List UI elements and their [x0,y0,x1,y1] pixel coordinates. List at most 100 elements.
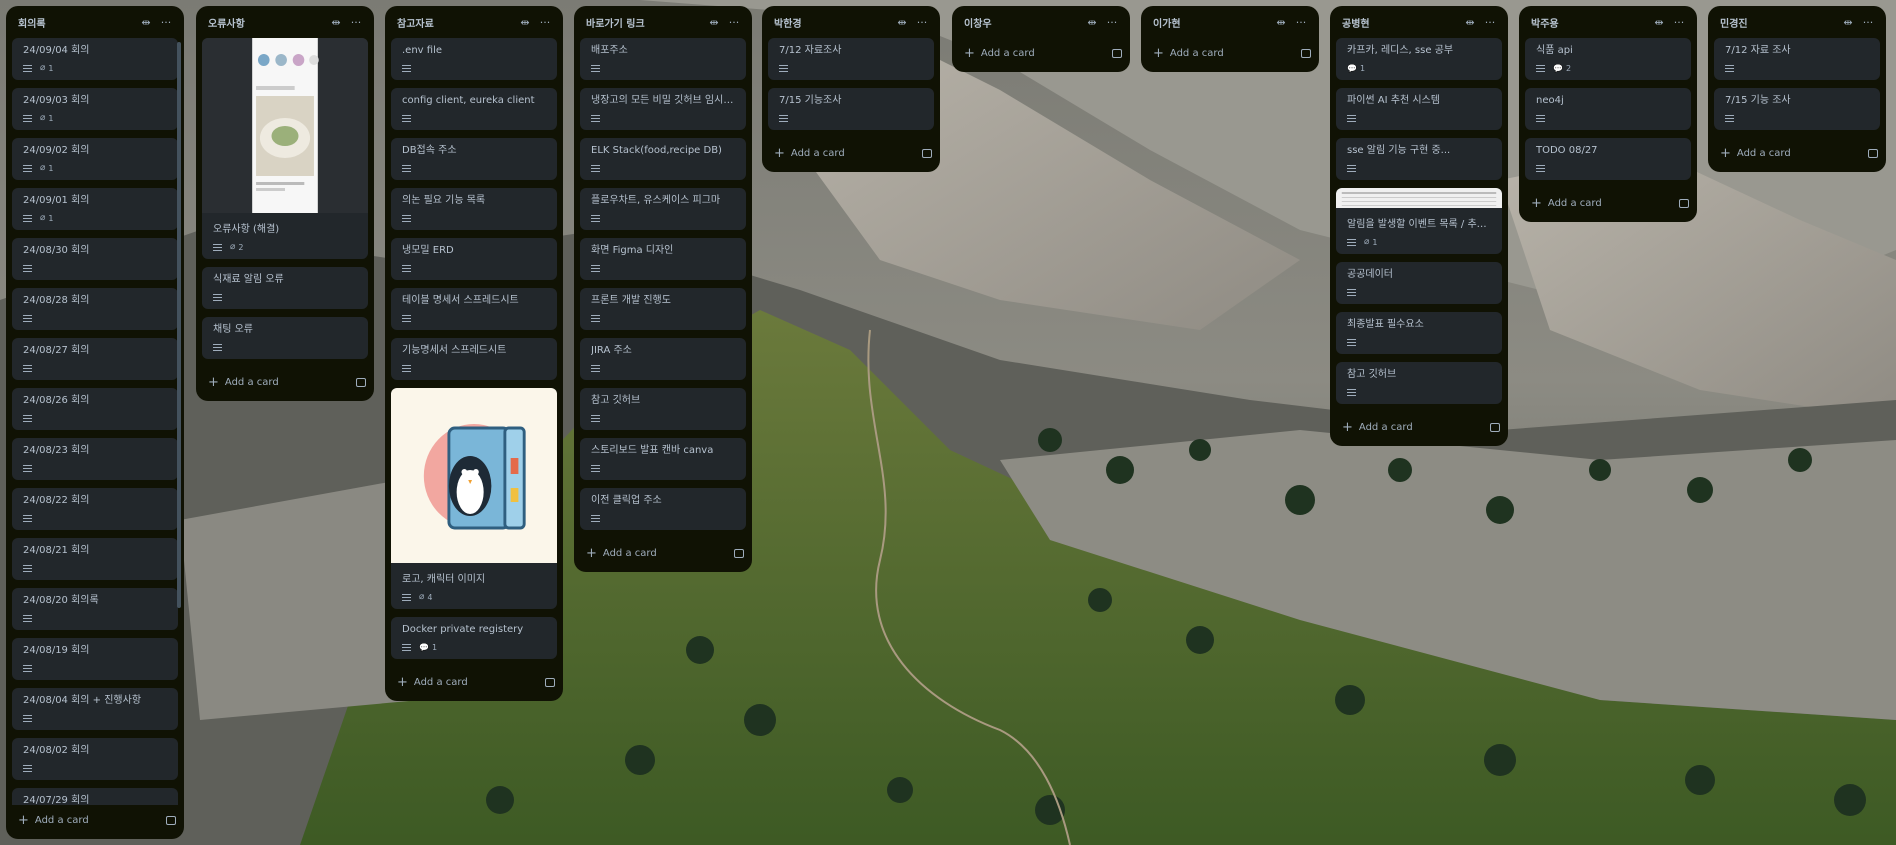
card[interactable]: 냉장고의 모든 비밀 깃허브 임시제목 [580,88,746,130]
card[interactable]: 참고 깃허브 [1336,362,1502,404]
card[interactable]: 스토리보드 발표 캔바 canva [580,438,746,480]
list-title[interactable]: 민경진 [1720,15,1838,30]
list-title[interactable]: 참고자료 [397,15,515,30]
card[interactable]: 24/08/19 회의 [12,638,178,680]
card[interactable]: 24/08/26 회의 [12,388,178,430]
card[interactable]: 의논 필요 기능 목록 [391,188,557,230]
list-menu-icon[interactable]: ··· [1669,12,1689,32]
collapse-list-icon[interactable]: ⇹ [704,12,724,32]
card[interactable]: TODO 08/27 [1525,138,1691,180]
card[interactable]: 24/08/04 회의 + 진행사항 [12,688,178,730]
card[interactable]: 24/08/23 회의 [12,438,178,480]
card[interactable]: 24/09/01 회의 ⌀ 1 [12,188,178,230]
create-from-template-icon[interactable] [734,548,744,558]
list-menu-icon[interactable]: ··· [912,12,932,32]
list-menu-icon[interactable]: ··· [1858,12,1878,32]
create-from-template-icon[interactable] [922,148,932,158]
list-title[interactable]: 박주용 [1531,15,1649,30]
card[interactable]: 24/08/30 회의 [12,238,178,280]
card[interactable]: 플로우차트, 유스케이스 피그마 [580,188,746,230]
card[interactable]: 채팅 오류 [202,317,368,359]
card[interactable]: 오류사항 (해결) ⌀ 2 [202,38,368,259]
add-card-button[interactable]: + Add a card [1330,412,1508,442]
add-card-button[interactable]: + Add a card [6,805,184,835]
card[interactable]: 7/12 자료조사 [768,38,934,80]
card[interactable]: 참고 깃허브 [580,388,746,430]
list-menu-icon[interactable]: ··· [346,12,366,32]
card[interactable]: .env file [391,38,557,80]
create-from-template-icon[interactable] [356,377,366,387]
card[interactable]: 냉모밀 ERD [391,238,557,280]
list-menu-icon[interactable]: ··· [1480,12,1500,32]
add-card-button[interactable]: + Add a card [952,38,1130,68]
add-card-button[interactable]: + Add a card [385,667,563,697]
card[interactable]: 24/08/22 회의 [12,488,178,530]
card[interactable]: 화면 Figma 디자인 [580,238,746,280]
list-menu-icon[interactable]: ··· [1291,12,1311,32]
card[interactable]: 24/07/29 회의 [12,788,178,805]
create-from-template-icon[interactable] [1490,422,1500,432]
list-menu-icon[interactable]: ··· [156,12,176,32]
card[interactable]: 카프카, 레디스, sse 공부 💬 1 [1336,38,1502,80]
card[interactable]: ELK Stack(food,recipe DB) [580,138,746,180]
collapse-list-icon[interactable]: ⇹ [515,12,535,32]
card[interactable]: 프론트 개발 진행도 [580,288,746,330]
create-from-template-icon[interactable] [1112,48,1122,58]
card[interactable]: 식품 api 💬 2 [1525,38,1691,80]
create-from-template-icon[interactable] [1679,198,1689,208]
add-card-button[interactable]: + Add a card [1141,38,1319,68]
list-menu-icon[interactable]: ··· [724,12,744,32]
list-menu-icon[interactable]: ··· [1102,12,1122,32]
card[interactable]: 공공데이터 [1336,262,1502,304]
list-menu-icon[interactable]: ··· [535,12,555,32]
add-card-button[interactable]: + Add a card [196,367,374,397]
collapse-list-icon[interactable]: ⇹ [892,12,912,32]
card[interactable]: 최종발표 필수요소 [1336,312,1502,354]
card[interactable]: 24/08/27 회의 [12,338,178,380]
card[interactable]: 24/08/02 회의 [12,738,178,780]
list-title[interactable]: 회의록 [18,15,136,30]
add-card-button[interactable]: + Add a card [574,538,752,568]
card[interactable]: 24/08/21 회의 [12,538,178,580]
collapse-list-icon[interactable]: ⇹ [1838,12,1858,32]
list-title[interactable]: 박한경 [774,15,892,30]
card[interactable]: 7/15 기능조사 [768,88,934,130]
collapse-list-icon[interactable]: ⇹ [136,12,156,32]
card[interactable]: 알림을 발생할 이벤트 목록 / 추가 중... ⌀ 1 [1336,188,1502,254]
card[interactable]: 24/08/28 회의 [12,288,178,330]
list-title[interactable]: 이창우 [964,15,1082,30]
collapse-list-icon[interactable]: ⇹ [326,12,346,32]
create-from-template-icon[interactable] [1868,148,1878,158]
create-from-template-icon[interactable] [166,815,176,825]
add-card-button[interactable]: + Add a card [1519,188,1697,218]
card[interactable]: DB접속 주소 [391,138,557,180]
card[interactable]: 이전 클릭업 주소 [580,488,746,530]
card[interactable]: JIRA 주소 [580,338,746,380]
card[interactable]: 파이썬 AI 추천 시스템 [1336,88,1502,130]
card[interactable]: Docker private registery 💬 1 [391,617,557,659]
card[interactable]: 7/12 자료 조사 [1714,38,1880,80]
list-title[interactable]: 바로가기 링크 [586,15,704,30]
add-card-button[interactable]: + Add a card [762,138,940,168]
card[interactable]: config client, eureka client [391,88,557,130]
collapse-list-icon[interactable]: ⇹ [1082,12,1102,32]
list-title[interactable]: 오류사항 [208,15,326,30]
card[interactable]: 배포주소 [580,38,746,80]
card[interactable]: 식재료 알림 오류 [202,267,368,309]
card[interactable]: 24/08/20 회의록 [12,588,178,630]
card[interactable]: 24/09/04 회의 ⌀ 1 [12,38,178,80]
create-from-template-icon[interactable] [1301,48,1311,58]
collapse-list-icon[interactable]: ⇹ [1649,12,1669,32]
card[interactable]: 기능명세서 스프레드시트 [391,338,557,380]
card[interactable]: 24/09/03 회의 ⌀ 1 [12,88,178,130]
card[interactable]: neo4j [1525,88,1691,130]
collapse-list-icon[interactable]: ⇹ [1271,12,1291,32]
list-title[interactable]: 이가현 [1153,15,1271,30]
card[interactable]: 로고, 캐릭터 이미지 ⌀ 4 [391,388,557,609]
list-title[interactable]: 공병현 [1342,15,1460,30]
add-card-button[interactable]: + Add a card [1708,138,1886,168]
card[interactable]: 7/15 기능 조사 [1714,88,1880,130]
list-scrollbar[interactable] [177,42,181,608]
card[interactable]: 테이블 명세서 스프레드시트 [391,288,557,330]
create-from-template-icon[interactable] [545,677,555,687]
